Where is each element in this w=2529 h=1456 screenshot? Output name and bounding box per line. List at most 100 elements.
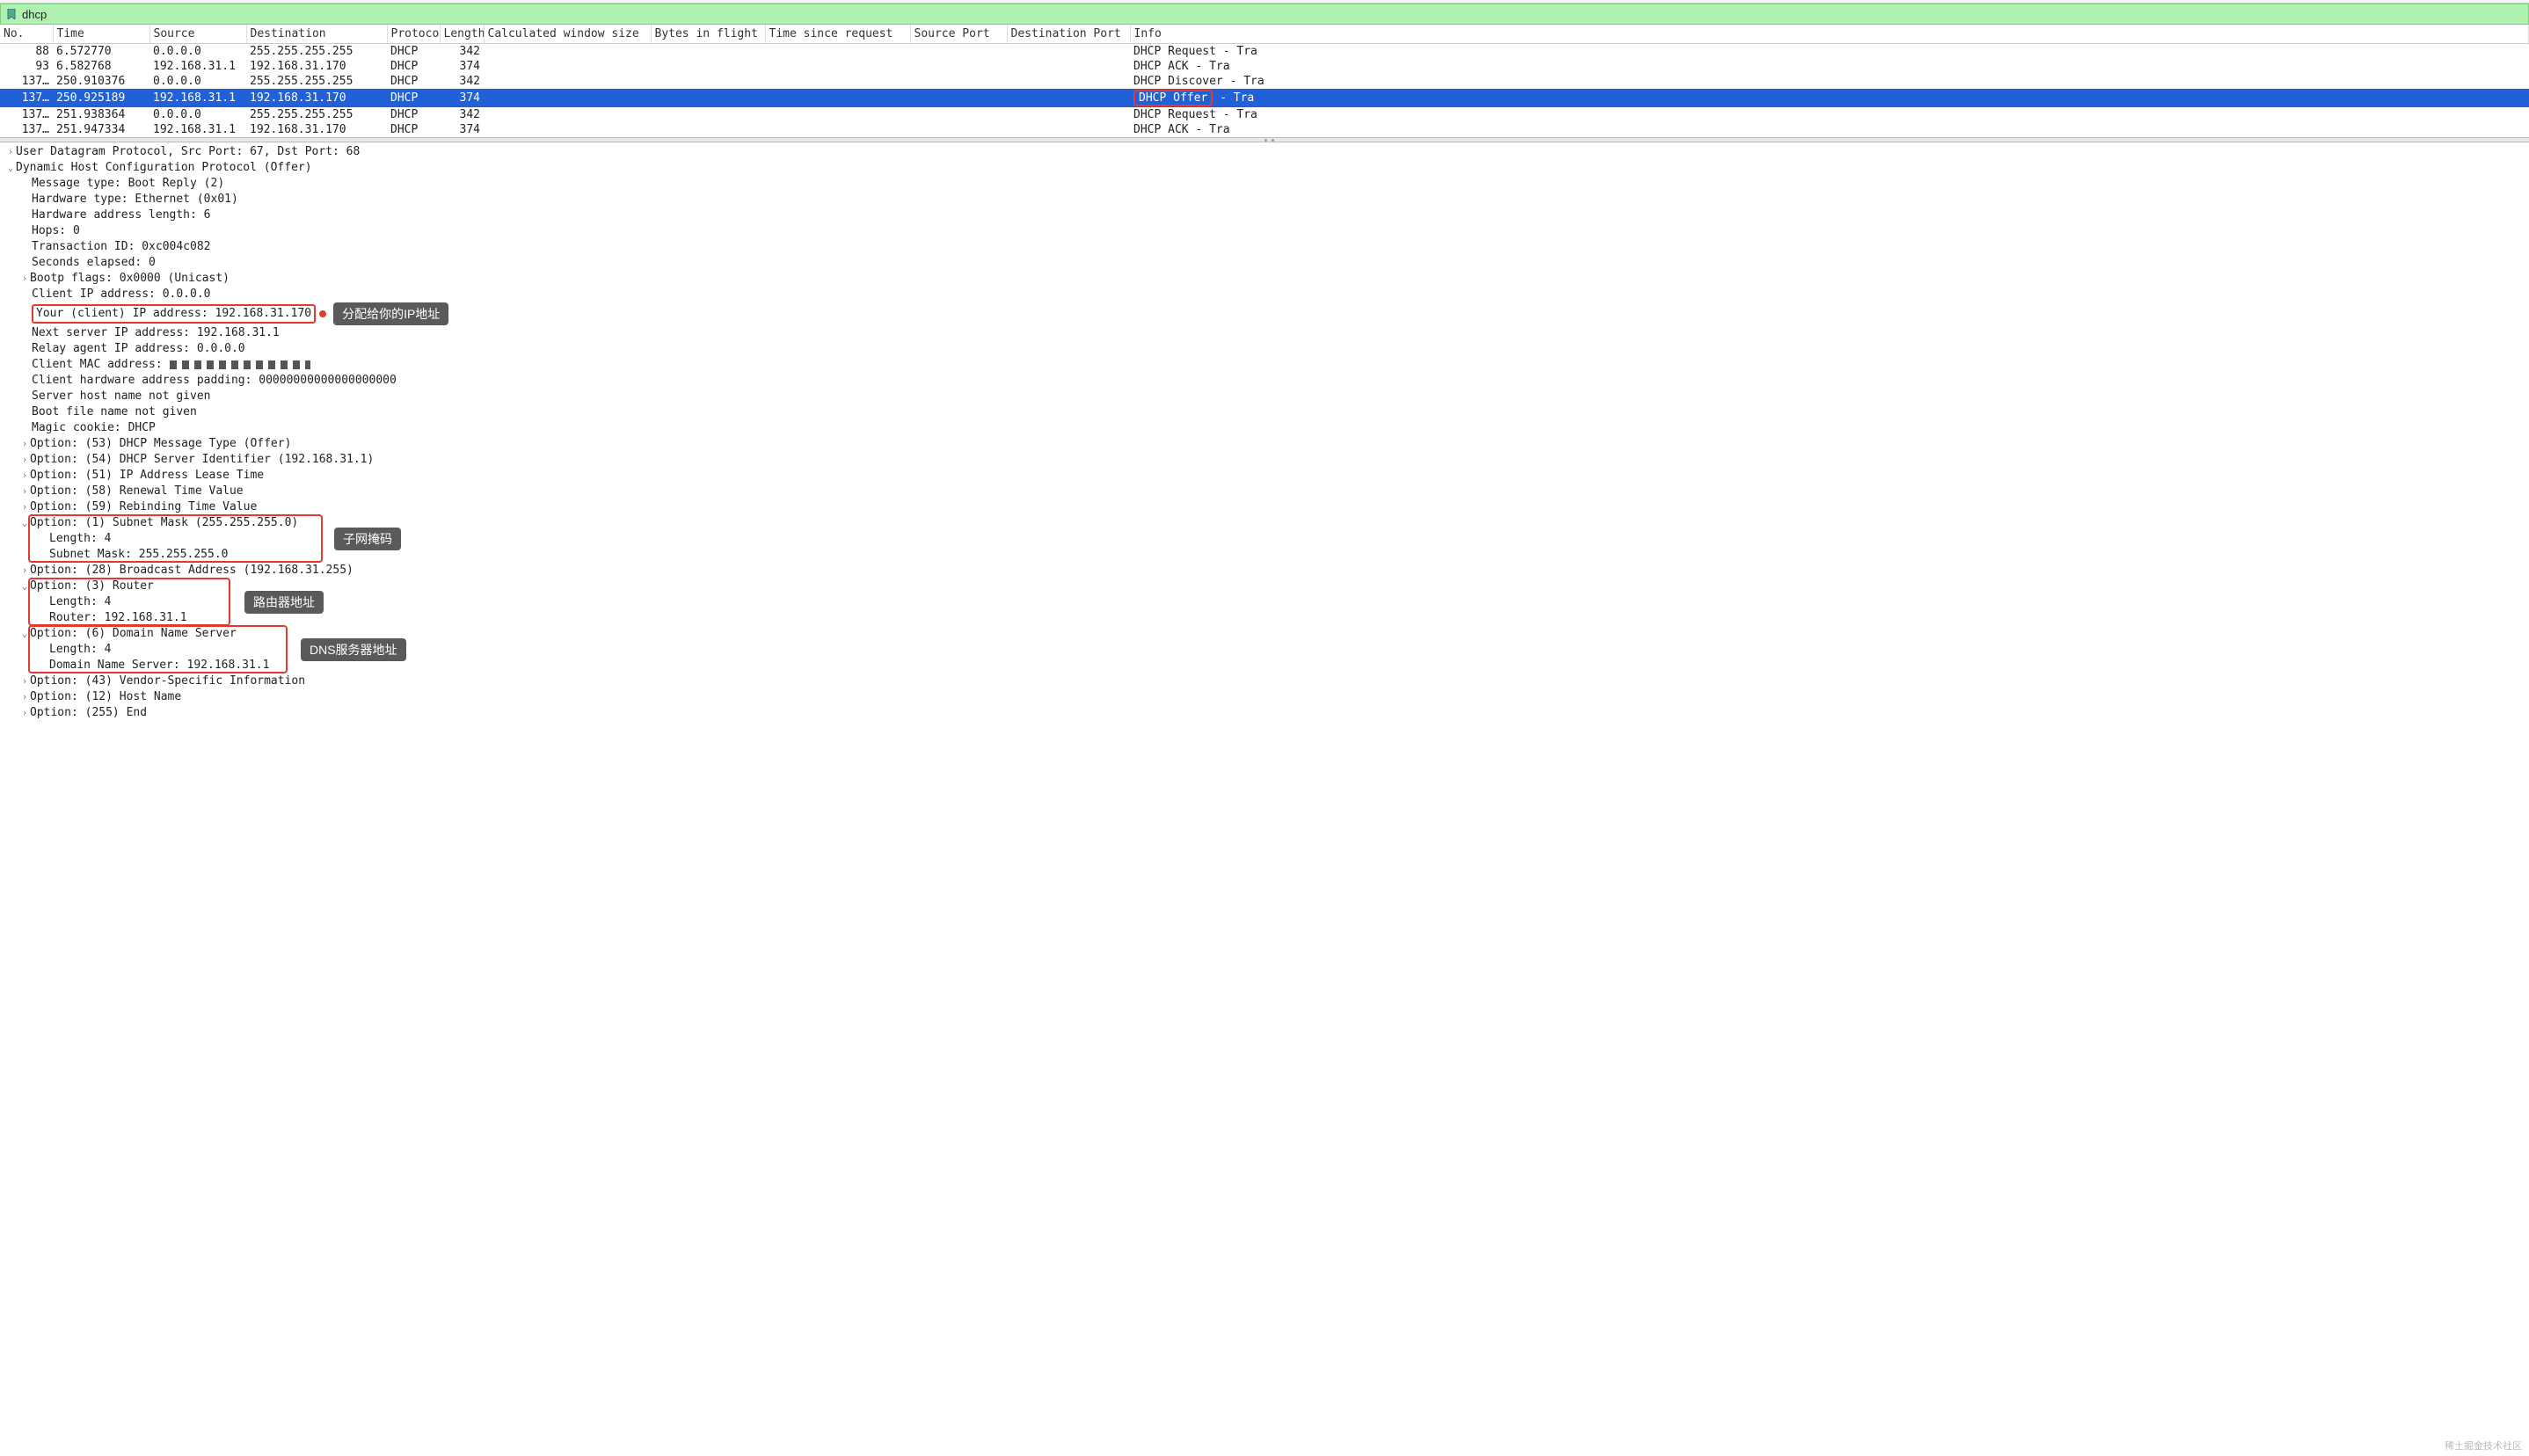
msg-type-row[interactable]: Message type: Boot Reply (2) [0,176,2529,192]
col-info[interactable]: Info [1130,25,2529,44]
col-length[interactable]: Length [440,25,484,44]
cell: 6.582768 [53,59,149,74]
hw-len-row[interactable]: Hardware address length: 6 [0,207,2529,223]
opt1-val-row[interactable]: Subnet Mask: 255.255.255.0 [0,547,2529,563]
secs-row[interactable]: Seconds elapsed: 0 [0,255,2529,271]
dhcp-header-row[interactable]: ⌄ Dynamic Host Configuration Protocol (O… [0,160,2529,176]
col-source-port[interactable]: Source Port [910,25,1007,44]
ciaddr-row[interactable]: Client IP address: 0.0.0.0 [0,287,2529,302]
file-row[interactable]: Boot file name not given [0,404,2529,420]
display-filter-input[interactable] [22,8,198,21]
cell: 0.0.0.0 [149,107,246,122]
cell-info: DHCP ACK - Tra [1130,59,2529,74]
giaddr-row[interactable]: Relay agent IP address: 0.0.0.0 [0,341,2529,357]
table-row[interactable]: 936.582768192.168.31.1192.168.31.170DHCP… [0,59,2529,74]
txid-row[interactable]: Transaction ID: 0xc004c082 [0,239,2529,255]
udp-row[interactable]: › User Datagram Protocol, Src Port: 67, … [0,144,2529,160]
yiaddr-row[interactable]: Your (client) IP address: 192.168.31.170… [0,302,2529,325]
opt54-row[interactable]: ›Option: (54) DHCP Server Identifier (19… [0,452,2529,468]
opt255-row[interactable]: ›Option: (255) End [0,705,2529,721]
opt3-val-row[interactable]: Router: 192.168.31.1 [0,610,2529,626]
cell [484,59,651,74]
detail-text: Option: (1) Subnet Mask (255.255.255.0) [30,515,298,531]
cell [910,44,1007,60]
hw-type-row[interactable]: Hardware type: Ethernet (0x01) [0,192,2529,207]
connector-dot [319,310,326,317]
detail-text: Option: (54) DHCP Server Identifier (192… [30,452,374,468]
packet-details-pane[interactable]: › User Datagram Protocol, Src Port: 67, … [0,142,2529,730]
cell [910,107,1007,122]
detail-text: Hardware type: Ethernet (0x01) [32,192,238,207]
cell [484,107,651,122]
cell [651,74,765,89]
col-bytes-in-flight[interactable]: Bytes in flight [651,25,765,44]
cell [651,89,765,107]
opt59-row[interactable]: ›Option: (59) Rebinding Time Value [0,499,2529,515]
siaddr-row[interactable]: Next server IP address: 192.168.31.1 [0,325,2529,341]
flags-row[interactable]: ›Bootp flags: 0x0000 (Unicast) [0,271,2529,287]
cell: 192.168.31.170 [246,59,387,74]
col-no[interactable]: No. [0,25,53,44]
opt53-row[interactable]: ›Option: (53) DHCP Message Type (Offer) [0,436,2529,452]
watermark: 稀土掘金技术社区 [2445,1438,2522,1452]
detail-text: Hardware address length: 6 [32,207,211,223]
col-protocol[interactable]: Protocol [387,25,440,44]
opt1-len-row[interactable]: Length: 4 子网掩码 [0,531,2529,547]
cell: 137… [0,107,53,122]
col-destination-port[interactable]: Destination Port [1007,25,1130,44]
opt12-row[interactable]: ›Option: (12) Host Name [0,689,2529,705]
cell: 6.572770 [53,44,149,60]
detail-text: Bootp flags: 0x0000 (Unicast) [30,271,230,287]
col-time[interactable]: Time [53,25,149,44]
opt6-len-row[interactable]: Length: 4 DNS服务器地址 [0,642,2529,658]
col-source[interactable]: Source [149,25,246,44]
cell [910,74,1007,89]
cell [910,59,1007,74]
cell [1007,74,1130,89]
detail-text: Seconds elapsed: 0 [32,255,156,271]
detail-text: Option: (43) Vendor-Specific Information [30,673,305,689]
cell: 251.938364 [53,107,149,122]
sname-row[interactable]: Server host name not given [0,389,2529,404]
hops-row[interactable]: Hops: 0 [0,223,2529,239]
opt3-row[interactable]: ⌄Option: (3) Router [0,579,2529,594]
opt51-row[interactable]: ›Option: (51) IP Address Lease Time [0,468,2529,484]
detail-text: Length: 4 [49,642,111,658]
cell-info: DHCP Request - Tra [1130,107,2529,122]
col-calc-win[interactable]: Calculated window size [484,25,651,44]
bookmark-icon [6,9,17,19]
table-row[interactable]: 137…250.9103760.0.0.0255.255.255.255DHCP… [0,74,2529,89]
magic-row[interactable]: Magic cookie: DHCP [0,420,2529,436]
col-destination[interactable]: Destination [246,25,387,44]
table-row[interactable]: 137…250.925189192.168.31.1192.168.31.170… [0,89,2529,107]
packet-list-header[interactable]: No. Time Source Destination Protocol Len… [0,25,2529,44]
cell [910,89,1007,107]
cell: DHCP [387,59,440,74]
table-row[interactable]: 137…251.9383640.0.0.0255.255.255.255DHCP… [0,107,2529,122]
opt28-row[interactable]: ›Option: (28) Broadcast Address (192.168… [0,563,2529,579]
detail-text: Your (client) IP address: 192.168.31.170 [36,307,311,320]
detail-text: Domain Name Server: 192.168.31.1 [49,658,269,673]
opt43-row[interactable]: ›Option: (43) Vendor-Specific Informatio… [0,673,2529,689]
detail-text: Option: (58) Renewal Time Value [30,484,244,499]
yiaddr-highlight: Your (client) IP address: 192.168.31.170 [32,304,316,324]
chpad-row[interactable]: Client hardware address padding: 0000000… [0,373,2529,389]
cell-info: DHCP Offer - Tra [1130,89,2529,107]
table-row[interactable]: 886.5727700.0.0.0255.255.255.255DHCP342D… [0,44,2529,60]
cell-info: DHCP Discover - Tra [1130,74,2529,89]
detail-text: Option: (51) IP Address Lease Time [30,468,264,484]
col-time-since-request[interactable]: Time since request [765,25,910,44]
opt3-len-row[interactable]: Length: 4 路由器地址 [0,594,2529,610]
cell: 251.947334 [53,122,149,137]
callout-yiaddr: 分配给你的IP地址 [333,302,448,325]
detail-text: Option: (28) Broadcast Address (192.168.… [30,563,353,579]
cell [1007,44,1130,60]
chaddr-row[interactable]: Client MAC address: [0,357,2529,373]
table-row[interactable]: 137…251.947334192.168.31.1192.168.31.170… [0,122,2529,137]
opt58-row[interactable]: ›Option: (58) Renewal Time Value [0,484,2529,499]
opt6-val-row[interactable]: Domain Name Server: 192.168.31.1 [0,658,2529,673]
detail-text: Length: 4 [49,594,111,610]
display-filter-bar[interactable] [0,4,2529,25]
packet-list-table[interactable]: No. Time Source Destination Protocol Len… [0,25,2529,137]
cell: 192.168.31.1 [149,122,246,137]
